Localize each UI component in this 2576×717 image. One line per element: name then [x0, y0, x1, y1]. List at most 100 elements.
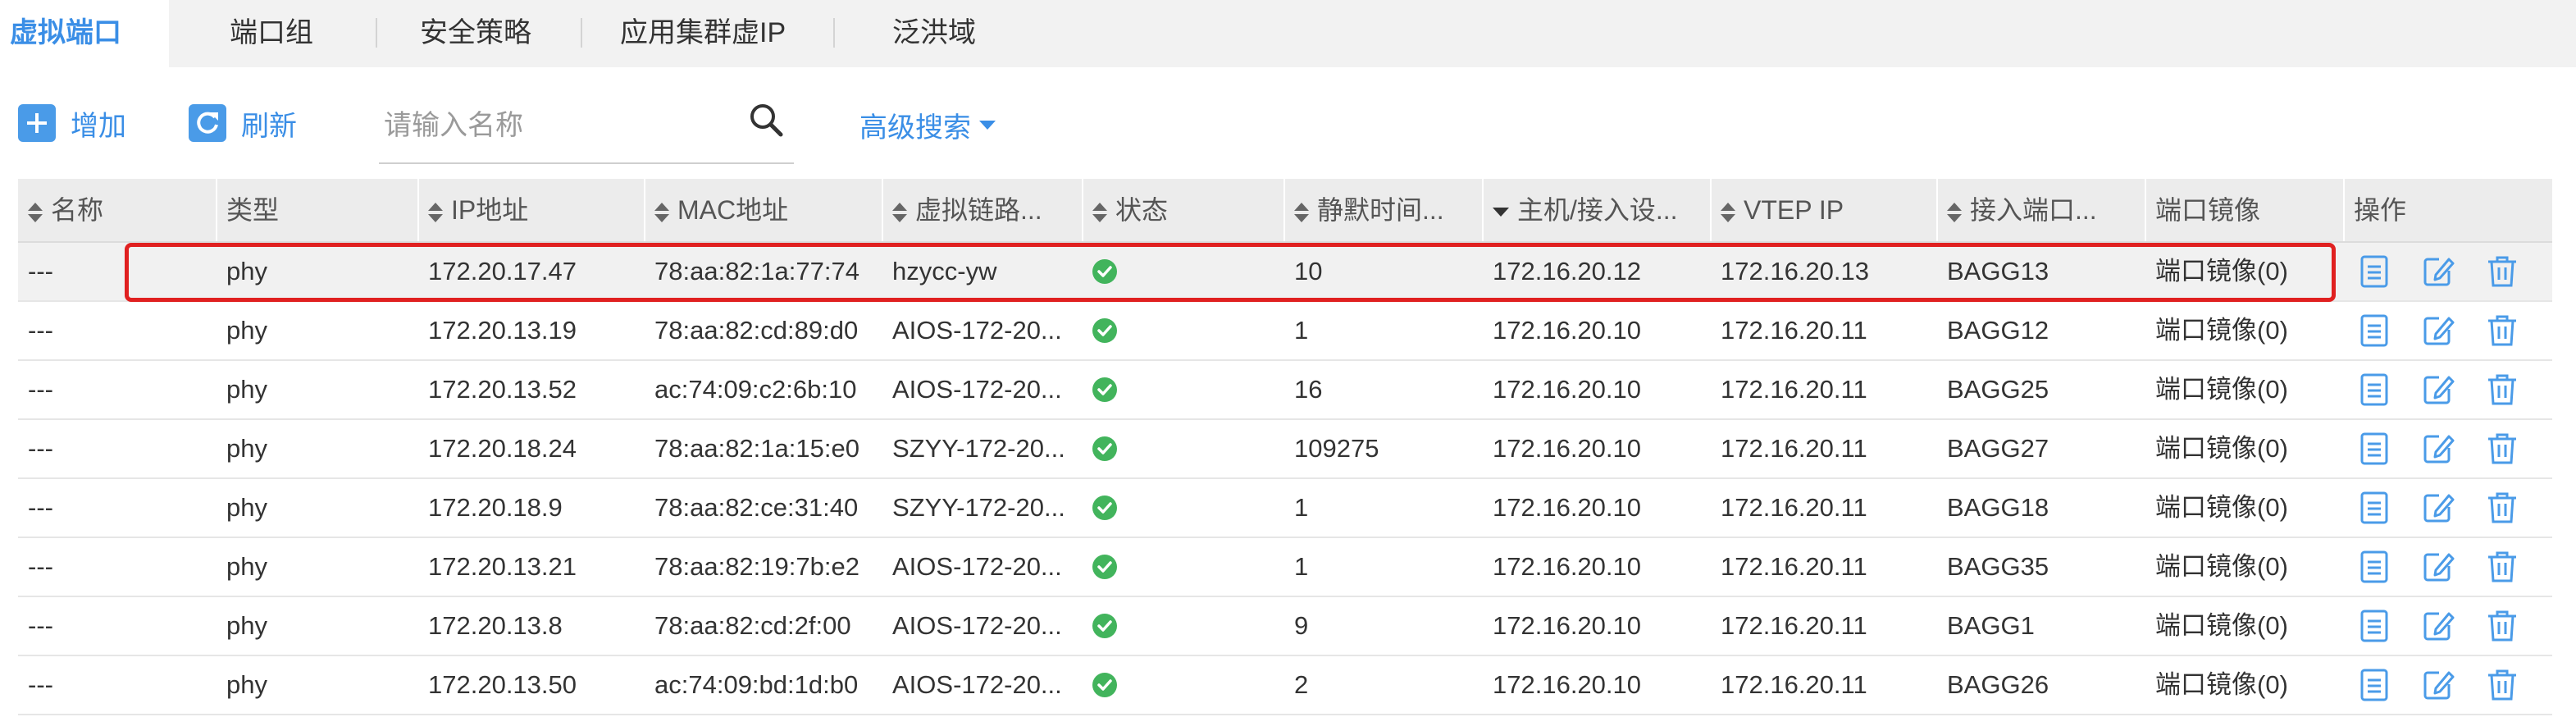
- cell-port: BAGG25: [1947, 375, 2049, 404]
- delete-button[interactable]: [2483, 371, 2521, 409]
- table-header: 名称 类型 IP地址 MAC地址 虚拟链路... 状态 静默时间... 主机/接入设... VT…: [18, 179, 2552, 243]
- header-col-ip[interactable]: IP地址: [418, 179, 645, 241]
- header-label: 虚拟链路...: [915, 195, 1042, 225]
- search-input[interactable]: [382, 107, 730, 144]
- detail-button[interactable]: [2355, 666, 2393, 704]
- column-divider: [2145, 179, 2146, 241]
- edit-button[interactable]: [2419, 548, 2457, 586]
- cell-port: BAGG35: [1947, 552, 2049, 581]
- cell-name: ---: [28, 611, 53, 640]
- detail-button[interactable]: [2355, 253, 2393, 290]
- table-row[interactable]: --- phy 172.20.13.50 ac:74:09:bd:1d:b0 AIOS-…: [18, 656, 2552, 715]
- edit-button[interactable]: [2419, 607, 2457, 645]
- sort-icon: [1721, 202, 1735, 222]
- tab-divider: [376, 18, 377, 48]
- header-col-name[interactable]: 名称: [18, 179, 217, 241]
- cell-mac: 78:aa:82:1a:77:74: [654, 257, 859, 285]
- document-icon: [2355, 610, 2393, 648]
- table-row[interactable]: --- phy 172.20.13.8 78:aa:82:cd:2f:00 AIOS-1…: [18, 597, 2552, 656]
- cell-vtep: 172.16.20.11: [1721, 493, 1867, 522]
- column-divider: [1710, 179, 1712, 241]
- tab-divider: [581, 18, 582, 48]
- cell-actions: [2344, 479, 2552, 537]
- delete-button[interactable]: [2483, 489, 2521, 527]
- edit-button[interactable]: [2419, 666, 2457, 704]
- delete-button[interactable]: [2483, 548, 2521, 586]
- trash-icon: [2483, 551, 2521, 589]
- cell-actions: [2344, 302, 2552, 359]
- detail-button[interactable]: [2355, 548, 2393, 586]
- cell-silent: 10: [1294, 257, 1323, 285]
- cell-vtep: 172.16.20.11: [1721, 375, 1867, 404]
- cell-ip: 172.20.18.9: [428, 493, 563, 522]
- advanced-search-button[interactable]: 高级搜索: [859, 105, 996, 145]
- tab-virtual-port[interactable]: 虚拟端口: [0, 0, 169, 67]
- add-button[interactable]: 增加: [18, 98, 126, 148]
- table-row[interactable]: --- phy 172.20.18.9 78:aa:82:ce:31:40 SZYY-1…: [18, 479, 2552, 538]
- cell-mac: ac:74:09:c2:6b:10: [654, 375, 857, 404]
- delete-button[interactable]: [2483, 607, 2521, 645]
- trash-icon: [2483, 669, 2521, 707]
- delete-button[interactable]: [2483, 430, 2521, 468]
- header-label: IP地址: [451, 195, 529, 225]
- delete-button[interactable]: [2483, 666, 2521, 704]
- edit-button[interactable]: [2419, 430, 2457, 468]
- edit-button[interactable]: [2419, 489, 2457, 527]
- table-row[interactable]: --- phy 172.20.17.47 78:aa:82:1a:77:74 hzycc…: [18, 243, 2552, 302]
- cell-ip: 172.20.17.47: [428, 257, 577, 285]
- edit-button[interactable]: [2419, 312, 2457, 349]
- column-divider: [216, 179, 217, 241]
- cell-host: 172.16.20.10: [1493, 316, 1642, 345]
- delete-button[interactable]: [2483, 253, 2521, 290]
- header-col-mac[interactable]: MAC地址: [645, 179, 882, 241]
- cell-name: ---: [28, 257, 53, 285]
- table-row[interactable]: --- phy 172.20.18.24 78:aa:82:1a:15:e0 SZYY-…: [18, 420, 2552, 479]
- cell-mac: 78:aa:82:1a:15:e0: [654, 434, 859, 463]
- sort-icon: [892, 202, 907, 222]
- table-row[interactable]: --- phy 172.20.13.21 78:aa:82:19:7b:e2 AIOS-…: [18, 538, 2552, 597]
- cell-silent: 109275: [1294, 434, 1379, 463]
- detail-button[interactable]: [2355, 489, 2393, 527]
- header-col-status[interactable]: 状态: [1083, 179, 1284, 241]
- table-row[interactable]: --- phy 172.20.13.19 78:aa:82:cd:89:d0 AIOS-…: [18, 302, 2552, 361]
- header-label: 端口镜像: [2155, 195, 2261, 225]
- header-label: MAC地址: [677, 195, 789, 225]
- cell-silent: 1: [1294, 316, 1309, 345]
- detail-button[interactable]: [2355, 371, 2393, 409]
- detail-button[interactable]: [2355, 607, 2393, 645]
- header-label: 名称: [51, 195, 104, 225]
- edit-button[interactable]: [2419, 371, 2457, 409]
- trash-icon: [2483, 433, 2521, 471]
- header-col-silent[interactable]: 静默时间...: [1284, 179, 1483, 241]
- cell-port: BAGG1: [1947, 611, 2035, 640]
- cell-ip: 172.20.13.8: [428, 611, 563, 640]
- cell-type: phy: [226, 316, 267, 345]
- virtual-port-table: 名称 类型 IP地址 MAC地址 虚拟链路... 状态 静默时间... 主机/接入设... VT…: [18, 179, 2552, 715]
- detail-button[interactable]: [2355, 430, 2393, 468]
- refresh-button-label: 刷新: [241, 110, 297, 142]
- delete-button[interactable]: [2483, 312, 2521, 349]
- header-col-type: 类型: [217, 179, 418, 241]
- detail-button[interactable]: [2355, 312, 2393, 349]
- refresh-button[interactable]: 刷新: [189, 98, 297, 148]
- cell-status: [1083, 302, 1284, 359]
- column-divider: [1283, 179, 1285, 241]
- cell-mirror: 端口镜像(0): [2155, 434, 2288, 463]
- cell-host: 172.16.20.10: [1493, 552, 1642, 581]
- cell-name: ---: [28, 375, 53, 404]
- edit-button[interactable]: [2419, 253, 2457, 290]
- tab-security-policy[interactable]: 安全策略: [420, 0, 531, 67]
- cell-silent: 1: [1294, 552, 1309, 581]
- cell-ip: 172.20.13.19: [428, 316, 577, 345]
- header-col-vlink[interactable]: 虚拟链路...: [882, 179, 1083, 241]
- table-row[interactable]: --- phy 172.20.13.52 ac:74:09:c2:6b:10 AIOS-…: [18, 361, 2552, 420]
- header-col-vtep[interactable]: VTEP IP: [1711, 179, 1937, 241]
- tab-cluster-vip[interactable]: 应用集群虚IP: [620, 0, 786, 67]
- header-col-port[interactable]: 接入端口...: [1937, 179, 2145, 241]
- tab-flood-domain[interactable]: 泛洪域: [892, 0, 976, 67]
- search-icon[interactable]: [746, 100, 787, 141]
- header-col-host[interactable]: 主机/接入设...: [1483, 179, 1711, 241]
- cell-mac: ac:74:09:bd:1d:b0: [654, 670, 859, 699]
- tab-port-group[interactable]: 端口组: [230, 0, 313, 67]
- cell-ip: 172.20.13.52: [428, 375, 577, 404]
